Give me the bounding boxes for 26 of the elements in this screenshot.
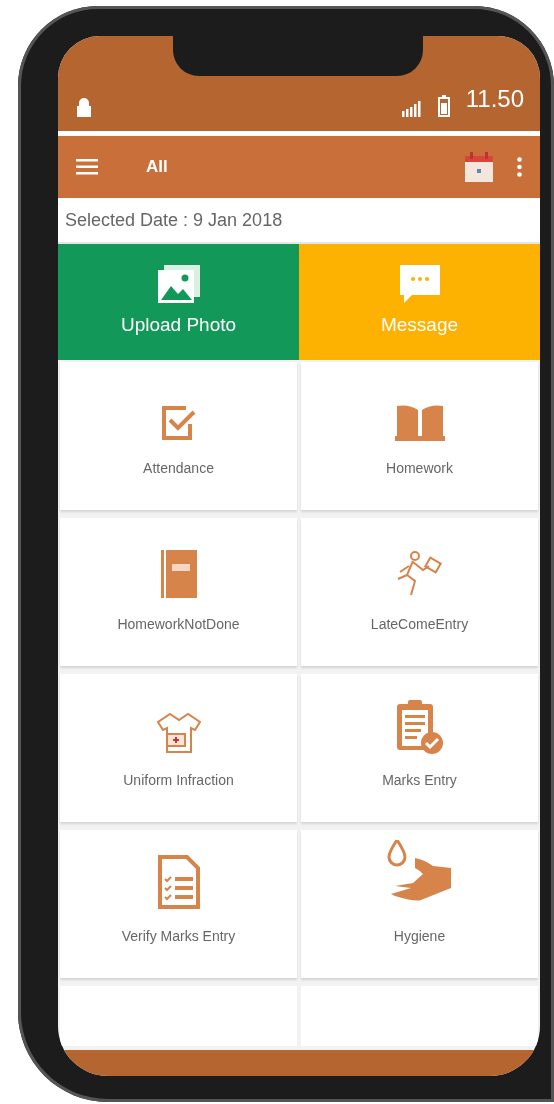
t-shirt-icon [155,712,202,754]
selected-date: Selected Date : 9 Jan 2018 [65,208,283,232]
module-tile[interactable]: Attendance [60,362,297,510]
notebook-icon [160,550,197,598]
book-icon [394,404,445,442]
clipboard-check-icon [396,700,443,754]
module-tile[interactable]: HomeworkNotDone [60,518,297,666]
signal-icon [401,101,422,117]
checkbox-icon [159,404,198,442]
module-tile[interactable]: LateComeEntry [301,518,538,666]
message-icon [399,264,440,303]
upload-photo-button[interactable]: Upload Photo [58,244,299,360]
menu-icon[interactable] [76,159,98,175]
checklist-icon [156,854,201,910]
module-tile[interactable]: Marks Entry [301,674,538,822]
more-options-icon[interactable] [517,157,522,177]
lock-icon [76,97,92,117]
module-tile[interactable]: Homework [301,362,538,510]
photo-icon [157,264,200,303]
app-bar-title: All [146,156,168,179]
module-tile[interactable]: Uniform Infraction [60,674,297,822]
module-tile[interactable]: Hygiene [301,830,538,978]
clock-time: 11.50 [465,84,524,114]
calendar-icon[interactable] [465,152,493,182]
module-tile[interactable]: Verify Marks Entry [60,830,297,978]
battery-icon [437,95,450,117]
